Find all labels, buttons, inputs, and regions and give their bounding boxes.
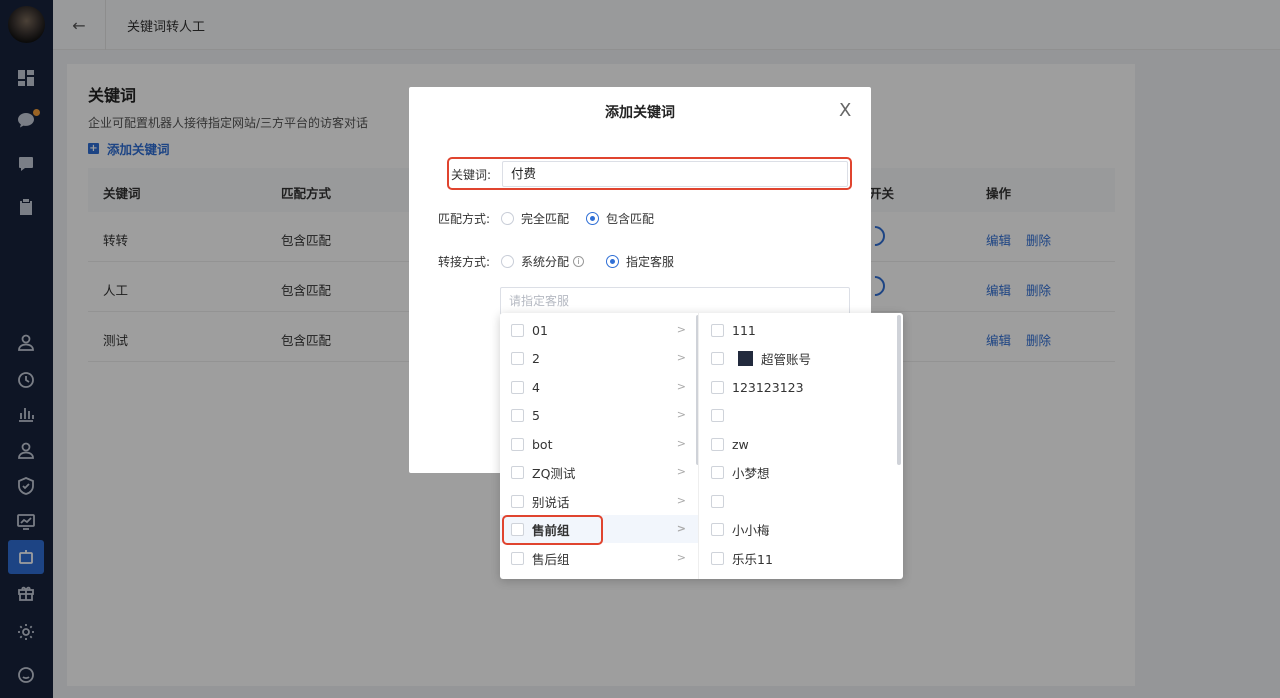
agent-option[interactable]: zw xyxy=(700,430,903,458)
group-label: 别说话 xyxy=(532,494,570,510)
group-option[interactable]: 5 > xyxy=(500,401,698,429)
radio-label: 指定客服 xyxy=(626,255,675,269)
radio-dot xyxy=(501,255,514,268)
transfer-label: 转接方式: xyxy=(438,255,491,269)
group-option[interactable]: 别说话 > xyxy=(500,487,698,515)
agent-label: 小小梅 xyxy=(732,522,770,538)
radio-label: 包含匹配 xyxy=(606,212,655,226)
close-icon[interactable]: X xyxy=(839,100,851,121)
agent-label: 小梦想 xyxy=(732,465,770,481)
agent-option[interactable] xyxy=(700,401,903,429)
chevron-right-icon: > xyxy=(676,494,686,507)
keyword-label: 关键词: xyxy=(451,168,492,182)
chevron-right-icon: > xyxy=(676,465,686,478)
agent-column: 111 超管账号 123123123 zw 小梦想 小小梅 乐乐11 xyxy=(700,313,903,579)
agent-option[interactable] xyxy=(700,487,903,515)
agent-option[interactable]: 小梦想 xyxy=(700,458,903,486)
group-label: 4 xyxy=(532,379,540,395)
checkbox[interactable] xyxy=(511,465,524,479)
checkbox[interactable] xyxy=(511,380,524,394)
agent-label: 123123123 xyxy=(732,379,804,395)
radio-specific-agent[interactable]: 指定客服 xyxy=(606,253,674,270)
group-highlight xyxy=(502,515,603,545)
scrollbar[interactable] xyxy=(696,315,698,465)
checkbox[interactable] xyxy=(511,408,524,422)
radio-dot xyxy=(586,212,599,225)
agent-label: 111 xyxy=(732,322,756,338)
checkbox[interactable] xyxy=(511,551,524,565)
group-option[interactable]: 4 > xyxy=(500,373,698,401)
agent-option[interactable]: 小小梅 xyxy=(700,515,903,543)
checkbox[interactable] xyxy=(711,437,724,451)
group-label: bot xyxy=(532,436,553,452)
chevron-right-icon: > xyxy=(676,380,686,393)
group-option[interactable]: bot > xyxy=(500,430,698,458)
group-label: 售后组 xyxy=(532,551,570,567)
checkbox[interactable] xyxy=(711,323,724,337)
group-option[interactable]: ZQ测试 > xyxy=(500,458,698,486)
radio-label: 系统分配 xyxy=(521,255,570,269)
group-label: 01 xyxy=(532,322,548,338)
group-option[interactable]: 售后组 > xyxy=(500,544,698,572)
group-option[interactable]: 01 > xyxy=(500,316,698,344)
chevron-right-icon: > xyxy=(676,551,686,564)
agent-option[interactable]: 超管账号 xyxy=(700,344,903,372)
avatar xyxy=(738,350,753,366)
radio-dot xyxy=(606,255,619,268)
keyword-input[interactable]: 付费 xyxy=(502,161,848,187)
group-option[interactable]: 2 > xyxy=(500,344,698,372)
checkbox[interactable] xyxy=(711,408,724,422)
checkbox[interactable] xyxy=(711,380,724,394)
group-label: 2 xyxy=(532,350,540,366)
checkbox[interactable] xyxy=(511,351,524,365)
radio-system-assign[interactable]: 系统分配 i xyxy=(501,253,585,270)
agent-option[interactable]: 乐乐11 xyxy=(700,544,903,572)
scrollbar[interactable] xyxy=(897,315,901,465)
radio-label: 完全匹配 xyxy=(521,212,570,226)
radio-contain-match[interactable]: 包含匹配 xyxy=(586,210,654,227)
chevron-right-icon: > xyxy=(676,323,686,336)
modal-title: 添加关键词 xyxy=(605,105,675,121)
checkbox[interactable] xyxy=(511,437,524,451)
chevron-right-icon: > xyxy=(676,437,686,450)
radio-dot xyxy=(501,212,514,225)
checkbox[interactable] xyxy=(511,494,524,508)
agent-option[interactable]: 111 xyxy=(700,316,903,344)
chevron-right-icon: > xyxy=(676,408,686,421)
info-icon[interactable]: i xyxy=(573,256,585,267)
chevron-right-icon: > xyxy=(676,351,686,364)
checkbox[interactable] xyxy=(711,465,724,479)
agent-select-input[interactable]: 请指定客服 xyxy=(500,287,850,315)
chevron-right-icon: > xyxy=(676,522,686,535)
group-label: ZQ测试 xyxy=(532,465,576,481)
checkbox[interactable] xyxy=(711,494,724,508)
agent-label: 超管账号 xyxy=(761,351,812,367)
radio-exact-match[interactable]: 完全匹配 xyxy=(501,210,569,227)
agent-option[interactable]: 123123123 xyxy=(700,373,903,401)
checkbox[interactable] xyxy=(511,323,524,337)
checkbox[interactable] xyxy=(711,551,724,565)
match-label: 匹配方式: xyxy=(438,212,491,226)
group-label: 5 xyxy=(532,407,540,423)
agent-label: 乐乐11 xyxy=(732,551,773,567)
checkbox[interactable] xyxy=(711,522,724,536)
checkbox[interactable] xyxy=(711,351,724,365)
agent-label: zw xyxy=(732,436,749,452)
